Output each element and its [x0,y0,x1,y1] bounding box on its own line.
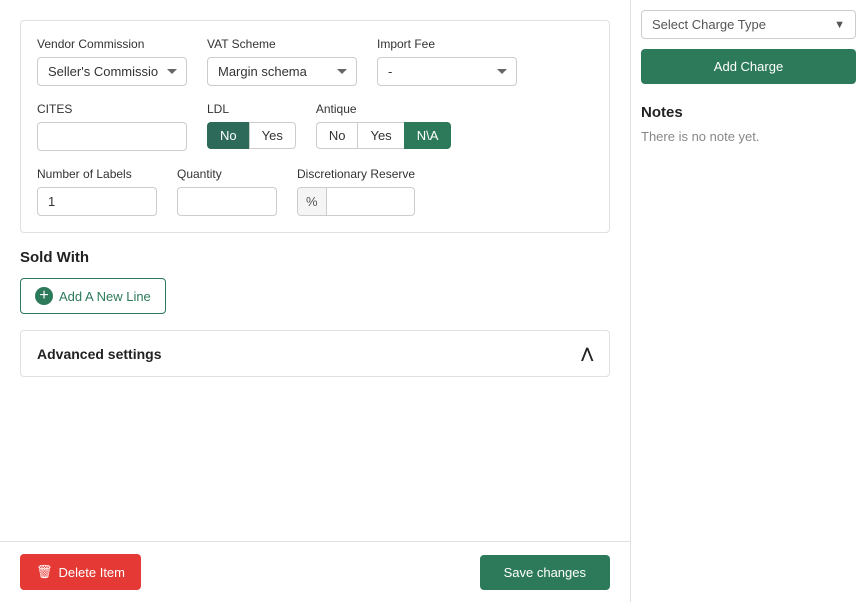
main-area: Vendor Commission Seller's Commissio VAT… [0,0,630,602]
quantity-input[interactable] [177,187,277,216]
right-panel: Select Charge Type ▼ Add Charge Notes Th… [630,0,866,602]
notes-title: Notes [641,104,856,121]
antique-btn-group: No Yes N\A [316,122,452,149]
select-charge-text: Select Charge Type [652,17,766,32]
ldl-no-button[interactable]: No [207,122,249,149]
antique-group: Antique No Yes N\A [316,102,452,151]
form-section: Vendor Commission Seller's Commissio VAT… [20,20,610,233]
form-row-2: CITES LDL No Yes Antique No Yes N\A [37,102,593,151]
number-of-labels-label: Number of Labels [37,167,157,181]
add-new-line-button[interactable]: + Add A New Line [20,278,166,314]
advanced-settings: Advanced settings ⋀ [20,330,610,377]
ldl-label: LDL [207,102,296,116]
quantity-label: Quantity [177,167,277,181]
quantity-group: Quantity [177,167,277,216]
save-changes-button[interactable]: Save changes [480,555,610,590]
ldl-group: LDL No Yes [207,102,296,151]
add-charge-button[interactable]: Add Charge [641,49,856,84]
number-of-labels-group: Number of Labels [37,167,157,216]
sold-with-section: Sold With + Add A New Line [20,249,610,314]
discretionary-reserve-input[interactable] [327,188,397,215]
discretionary-reserve-label: Discretionary Reserve [297,167,415,181]
ldl-btn-group: No Yes [207,122,296,149]
percent-prefix: % [298,188,327,215]
advanced-settings-header[interactable]: Advanced settings ⋀ [21,331,609,376]
import-fee-label: Import Fee [377,37,517,51]
vendor-commission-select[interactable]: Seller's Commissio [37,57,187,86]
chevron-down-icon: ▼ [834,19,845,31]
import-fee-select[interactable]: - [377,57,517,86]
advanced-settings-label: Advanced settings [37,346,161,362]
vendor-commission-label: Vendor Commission [37,37,187,51]
vat-scheme-label: VAT Scheme [207,37,357,51]
add-charge-label: Add Charge [714,59,783,74]
form-row-1: Vendor Commission Seller's Commissio VAT… [37,37,593,86]
antique-label: Antique [316,102,452,116]
import-fee-group: Import Fee - [377,37,517,86]
delete-label: Delete Item [59,565,125,580]
number-of-labels-input[interactable] [37,187,157,216]
sold-with-title: Sold With [20,249,610,266]
chevron-up-icon: ⋀ [582,345,593,362]
delete-item-button[interactable]: 🗑 Delete Item [20,554,141,590]
discretionary-reserve-group: Discretionary Reserve % [297,167,415,216]
cites-group: CITES [37,102,187,151]
save-label: Save changes [504,565,586,580]
cites-input[interactable] [37,122,187,151]
ldl-yes-button[interactable]: Yes [249,122,296,149]
antique-yes-button[interactable]: Yes [357,122,403,149]
antique-na-button[interactable]: N\A [404,122,452,149]
percent-input-wrap: % [297,187,415,216]
vat-scheme-group: VAT Scheme Margin schema [207,37,357,86]
select-charge-dropdown[interactable]: Select Charge Type ▼ [641,10,856,39]
antique-no-button[interactable]: No [316,122,358,149]
plus-icon: + [35,287,53,305]
vat-scheme-select[interactable]: Margin schema [207,57,357,86]
cites-label: CITES [37,102,187,116]
notes-text: There is no note yet. [641,129,856,144]
vendor-commission-group: Vendor Commission Seller's Commissio [37,37,187,86]
add-line-label: Add A New Line [59,289,151,304]
form-row-3: Number of Labels Quantity Discretionary … [37,167,593,216]
trash-icon: 🗑 [36,564,53,580]
action-bar: 🗑 Delete Item Save changes [0,541,630,602]
